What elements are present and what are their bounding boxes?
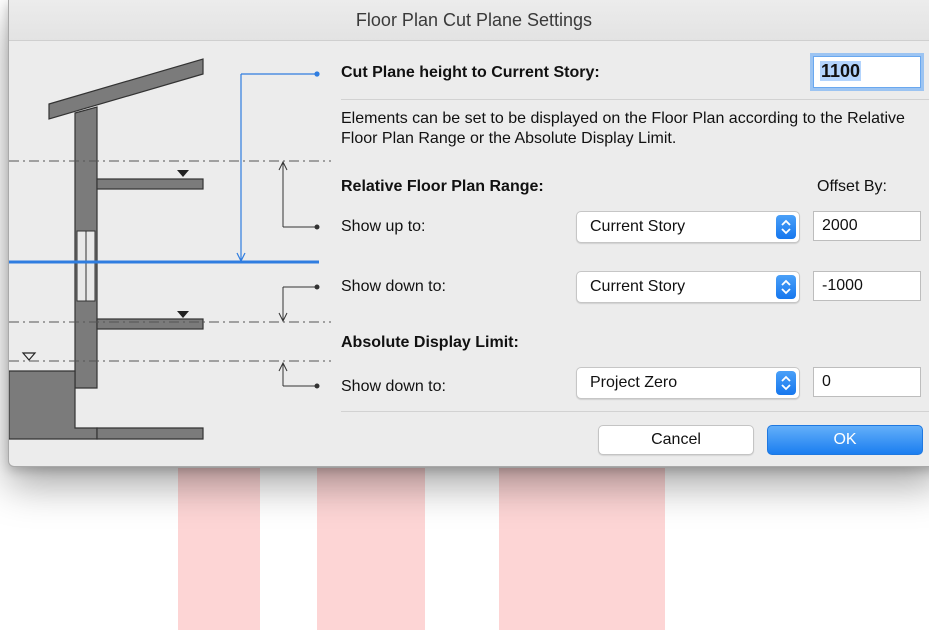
level-marker-icon: [21, 352, 37, 361]
background-bar-1: [178, 468, 260, 630]
cut-plane-height-input[interactable]: 1100: [813, 56, 921, 88]
absolute-show-down-select[interactable]: Project Zero: [576, 367, 800, 399]
absolute-down-dimension: [278, 361, 320, 389]
show-down-label: Show down to:: [341, 278, 446, 295]
absolute-offset-input[interactable]: 0: [813, 367, 921, 397]
updown-arrow-icon: [776, 275, 796, 299]
show-down-offset-input[interactable]: -1000: [813, 271, 921, 301]
cut-plane-label: Cut Plane height to Current Story:: [341, 64, 600, 81]
show-up-select[interactable]: Current Story: [576, 211, 800, 243]
absolute-show-down-selected: Project Zero: [590, 374, 678, 391]
updown-arrow-icon: [776, 215, 796, 239]
background-bar-3: [499, 468, 665, 630]
relative-range-heading: Relative Floor Plan Range:: [341, 178, 544, 195]
show-down-selected: Current Story: [590, 278, 686, 295]
dialog-title: Floor Plan Cut Plane Settings: [9, 0, 929, 41]
background-bar-2: [317, 468, 425, 630]
show-up-dimension: [278, 160, 320, 230]
ok-button[interactable]: OK: [767, 425, 923, 455]
cut-plane-settings-dialog: Floor Plan Cut Plane Settings Cut Plane …: [8, 0, 929, 467]
divider: [341, 99, 929, 100]
description-text: Elements can be set to be displayed on t…: [341, 110, 905, 147]
level-marker-icon: [177, 170, 189, 177]
cut-plane-height-value: 1100: [820, 61, 862, 81]
updown-arrow-icon: [776, 371, 796, 395]
show-down-select[interactable]: Current Story: [576, 271, 800, 303]
level-marker-icon: [177, 311, 189, 318]
offset-by-header: Offset By:: [817, 178, 887, 195]
cancel-button[interactable]: Cancel: [598, 425, 754, 455]
show-down-dimension: [278, 284, 320, 323]
absolute-show-down-label: Show down to:: [341, 378, 446, 395]
divider: [341, 411, 929, 412]
cut-height-dimension: [236, 71, 320, 263]
show-up-label: Show up to:: [341, 218, 426, 235]
show-up-offset-input[interactable]: 2000: [813, 211, 921, 241]
window-icon: [76, 230, 96, 302]
section-diagram: [9, 58, 331, 440]
show-up-selected: Current Story: [590, 218, 686, 235]
absolute-limit-heading: Absolute Display Limit:: [341, 334, 519, 351]
